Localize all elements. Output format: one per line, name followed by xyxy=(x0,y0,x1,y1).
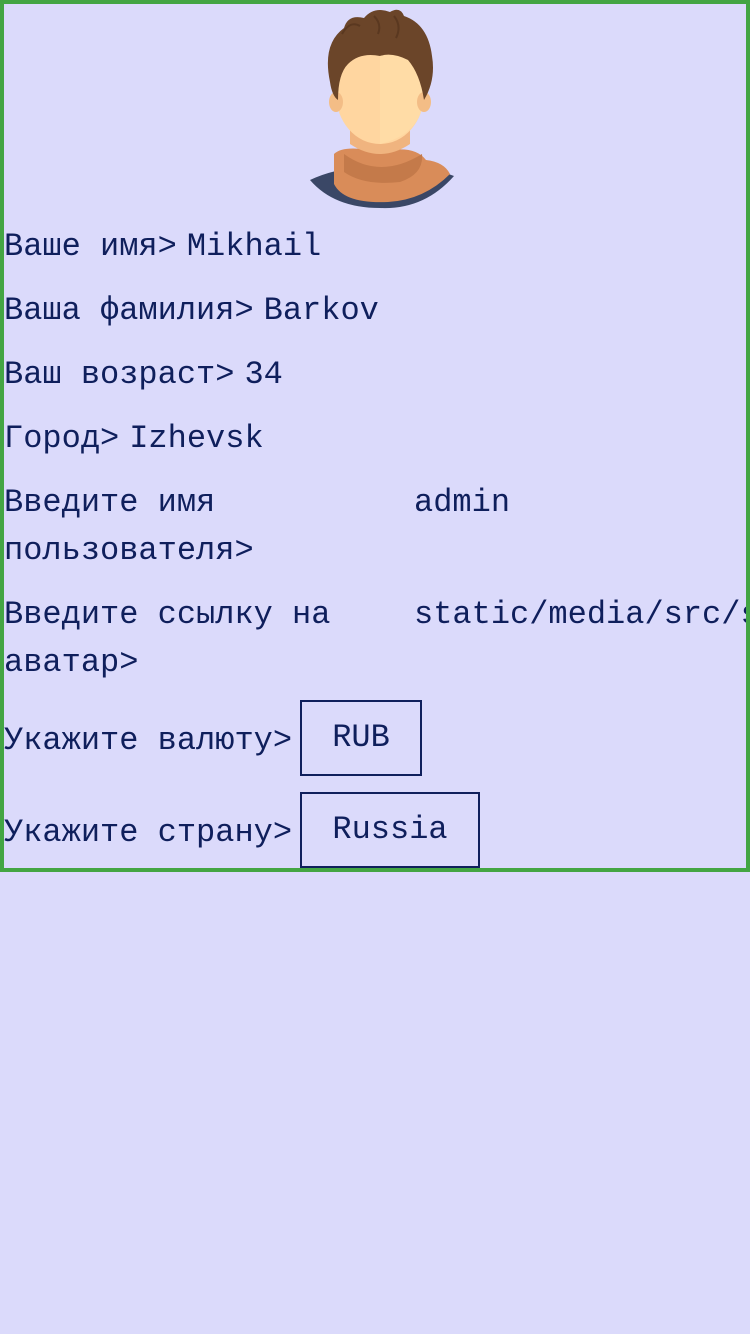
country-label: Укажите страну> xyxy=(4,814,293,851)
avatar-link-field[interactable]: static/media/src/s xyxy=(414,591,746,639)
city-row: Город> Izhevsk xyxy=(4,415,264,463)
age-field[interactable]: 34 xyxy=(244,351,282,399)
first-name-label: Ваше имя> xyxy=(4,228,177,265)
currency-label: Укажите валюту> xyxy=(4,722,293,759)
currency-select[interactable]: RUB xyxy=(300,700,422,776)
age-label: Ваш возраст> xyxy=(4,356,235,393)
last-name-label: Ваша фамилия> xyxy=(4,292,254,329)
last-name-row: Ваша фамилия> Barkov xyxy=(4,287,379,335)
city-field[interactable]: Izhevsk xyxy=(129,415,263,463)
profile-panel: Ваше имя> Mikhail Ваша фамилия> Barkov Ваш… xyxy=(0,0,750,872)
avatar xyxy=(310,9,454,209)
first-name-field[interactable]: Mikhail xyxy=(187,223,321,271)
username-field[interactable]: admin xyxy=(414,479,510,527)
last-name-field[interactable]: Barkov xyxy=(264,287,379,335)
age-row: Ваш возраст> 34 xyxy=(4,351,283,399)
country-select[interactable]: Russia xyxy=(300,792,480,868)
username-label: Введите имя пользователя> xyxy=(4,484,254,569)
city-label: Город> xyxy=(4,420,120,457)
first-name-row: Ваше имя> Mikhail xyxy=(4,223,321,271)
avatar-link-label: Введите ссылку на аватар> xyxy=(4,596,331,681)
